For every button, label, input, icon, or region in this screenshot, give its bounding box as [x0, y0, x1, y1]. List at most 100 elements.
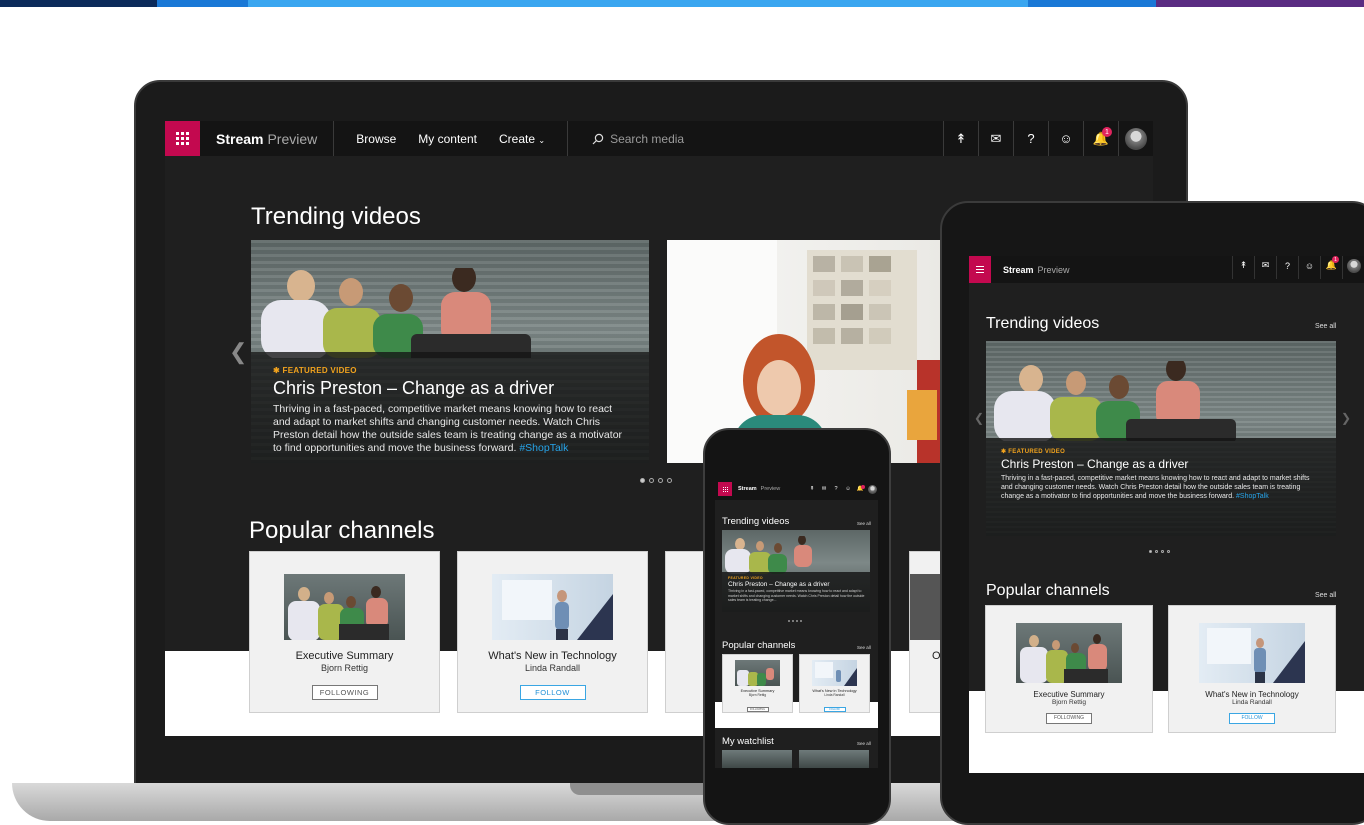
follow-button[interactable]: FOLLOW — [519, 685, 586, 700]
nav-browse-link[interactable]: Browse — [356, 132, 396, 146]
smiley-icon[interactable]: ☺ — [1048, 121, 1083, 156]
star-icon: ✱ — [273, 366, 281, 375]
channel-owner: Linda Randall — [824, 693, 845, 697]
upload-icon[interactable]: ↟ — [943, 121, 978, 156]
channel-card[interactable]: What's New in Technology Linda Randall F… — [799, 654, 870, 713]
phone-app-launcher[interactable] — [718, 482, 732, 496]
channel-card[interactable]: What's New in Technology Linda Randall F… — [1168, 605, 1336, 733]
channel-card-partial[interactable] — [665, 551, 705, 713]
tablet-menu-button[interactable] — [969, 256, 991, 283]
carousel-dots — [788, 620, 802, 622]
featured-video-overlay: ✱ FEATURED VIDEO Chris Preston – Change … — [986, 438, 1336, 536]
see-all-link[interactable]: See all — [857, 741, 871, 746]
hashtag-link[interactable]: #ShopTalk — [1236, 493, 1269, 500]
smiley-icon[interactable]: ☺ — [842, 478, 854, 500]
brand-suffix: Preview — [760, 486, 781, 492]
notification-badge — [861, 485, 865, 489]
featured-video-description: Thriving in a fast-paced, competitive ma… — [1001, 474, 1322, 501]
search-input[interactable]: Search media — [610, 132, 684, 146]
channel-name: Executive Summary — [1033, 690, 1105, 699]
carousel-dot[interactable] — [788, 620, 790, 622]
channel-card[interactable]: Executive Summary Bjorn Rettig FOLLOWING — [985, 605, 1153, 733]
app-launcher-button[interactable] — [165, 121, 200, 156]
featured-video-title[interactable]: Chris Preston – Change as a driver — [728, 581, 865, 588]
brand-suffix: Preview — [1037, 264, 1070, 275]
carousel-dots — [640, 478, 672, 483]
see-all-link[interactable]: See all — [1315, 592, 1336, 599]
watchlist-title: My watchlist — [722, 736, 774, 747]
channel-name: Executive Summary — [295, 650, 394, 662]
mail-icon[interactable]: ✉ — [978, 121, 1013, 156]
trending-title: Trending videos — [251, 203, 421, 230]
following-button[interactable]: FOLLOWING — [746, 707, 769, 712]
carousel-dot[interactable] — [1167, 550, 1170, 553]
smiley-icon[interactable]: ☺ — [1298, 256, 1320, 279]
watchlist-thumbnail[interactable] — [799, 750, 869, 768]
notification-badge: 1 — [1102, 127, 1112, 137]
channel-card[interactable]: Executive Summary Bjorn Rettig FOLLOWING — [249, 551, 440, 713]
featured-video-card[interactable]: ✱ FEATURED VIDEO Chris Preston – Change … — [986, 341, 1336, 536]
carousel-dot[interactable] — [658, 478, 663, 483]
featured-video-card[interactable]: ✱ FEATURED VIDEO Chris Preston – Change … — [251, 240, 649, 463]
follow-button[interactable]: FOLLOW — [1229, 713, 1275, 724]
help-icon[interactable]: ? — [1276, 256, 1298, 279]
help-icon[interactable]: ? — [1013, 121, 1048, 156]
notifications-icon[interactable]: 🔔 1 — [1320, 256, 1342, 279]
carousel-dot[interactable] — [792, 620, 794, 622]
channel-card[interactable]: What's New in Technology Linda Randall F… — [457, 551, 648, 713]
mail-icon[interactable]: ✉ — [1254, 256, 1276, 279]
upload-icon[interactable]: ↟ — [806, 478, 818, 500]
see-all-link[interactable]: See all — [857, 645, 871, 650]
carousel-prev-arrow[interactable]: ❮ — [974, 411, 984, 425]
nav-create-label: Create — [498, 131, 536, 146]
mail-icon[interactable]: ✉ — [818, 478, 830, 500]
featured-video-thumbnail — [725, 536, 812, 574]
carousel-next-arrow[interactable]: ❯ — [1341, 411, 1351, 425]
featured-video-title[interactable]: Chris Preston – Change as a driver — [273, 378, 629, 399]
nav-create-menu[interactable]: Create ⌄ — [499, 132, 545, 146]
channel-name: What's New in Technology — [488, 650, 617, 662]
carousel-dot[interactable] — [640, 478, 645, 483]
description-text: Thriving in a fast-paced, competitive ma… — [273, 403, 623, 454]
carousel-dot[interactable] — [800, 620, 802, 622]
notification-badge: 1 — [1332, 256, 1339, 263]
carousel-dot[interactable] — [1155, 550, 1158, 553]
tablet-brand[interactable]: Stream Preview — [991, 265, 1082, 275]
featured-video-description: Thriving in a fast-paced, competitive ma… — [728, 589, 865, 602]
notifications-icon[interactable]: 🔔 1 — [1083, 121, 1118, 156]
popular-channels-title: Popular channels — [249, 517, 435, 544]
upload-icon[interactable]: ↟ — [1232, 256, 1254, 279]
see-all-link[interactable]: See all — [1315, 323, 1336, 330]
phone-brand[interactable]: Stream Preview — [732, 486, 786, 492]
featured-video-overlay: ✱ FEATURED VIDEO Chris Preston – Change … — [251, 352, 649, 463]
follow-button[interactable]: FOLLOW — [823, 707, 846, 712]
hashtag-link[interactable]: #ShopTalk — [519, 442, 568, 454]
profile-button[interactable] — [1118, 121, 1153, 156]
nav-my-content-link[interactable]: My content — [418, 132, 477, 146]
carousel-prev-arrow[interactable]: ❮ — [229, 339, 247, 365]
help-icon[interactable]: ? — [830, 478, 842, 500]
watchlist-thumbnail[interactable] — [722, 750, 792, 768]
following-button[interactable]: FOLLOWING — [1046, 713, 1092, 724]
stripe-segment — [1028, 0, 1156, 7]
following-button[interactable]: FOLLOWING — [311, 685, 378, 700]
search-box[interactable]: Search media — [568, 132, 943, 146]
notifications-icon[interactable]: 🔔 — [854, 478, 866, 500]
carousel-dot[interactable] — [796, 620, 798, 622]
profile-button[interactable] — [866, 478, 878, 500]
featured-video-thumbnail — [994, 361, 1236, 441]
carousel-dot[interactable] — [1149, 550, 1152, 553]
carousel-dot[interactable] — [667, 478, 672, 483]
phone-screen: Stream Preview ↟ ✉ ? ☺ 🔔 Trending videos … — [715, 478, 878, 768]
top-nav: Stream Preview Browse My content Create ⌄… — [165, 121, 1153, 156]
see-all-link[interactable]: See all — [857, 521, 871, 526]
carousel-dot[interactable] — [649, 478, 654, 483]
channel-card[interactable]: Executive Summary Bjorn Rettig FOLLOWING — [722, 654, 793, 713]
nav-links: Browse My content Create ⌄ — [334, 132, 567, 146]
featured-video-title[interactable]: Chris Preston – Change as a driver — [1001, 457, 1322, 471]
app-brand[interactable]: Stream Preview — [200, 131, 333, 147]
featured-video-card[interactable]: FEATURED VIDEO Chris Preston – Change as… — [722, 530, 870, 612]
carousel-dot[interactable] — [1161, 550, 1164, 553]
profile-button[interactable] — [1342, 256, 1364, 279]
featured-tag: ✱ FEATURED VIDEO — [273, 366, 629, 375]
